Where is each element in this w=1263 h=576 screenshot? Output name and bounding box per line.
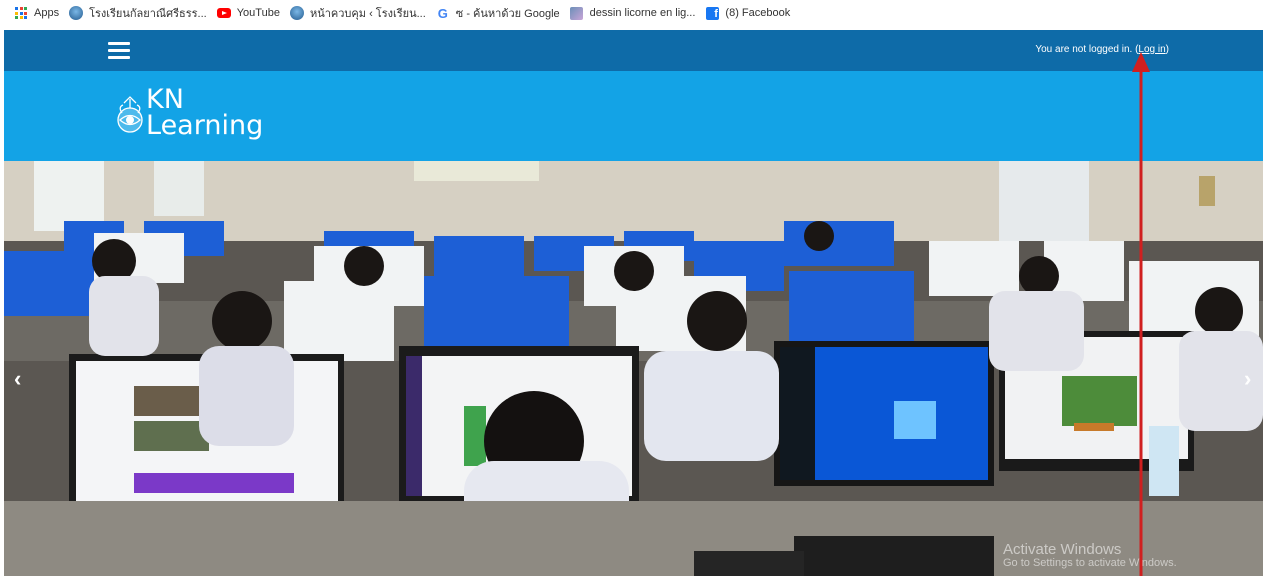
bookmark-facebook[interactable]: f (8) Facebook — [705, 6, 790, 20]
bookmark-youtube[interactable]: YouTube — [216, 6, 280, 20]
thumbnail-icon — [570, 6, 584, 20]
site-header: KN Learning — [4, 71, 1263, 161]
watermark-subtitle: Go to Settings to activate Windows. — [1003, 557, 1177, 569]
bookmark-label: โรงเรียนกัลยาณีศรีธรร... — [89, 8, 207, 20]
carousel-prev-button[interactable]: ‹ — [14, 366, 21, 392]
logo-wordmark: KN Learning — [146, 86, 264, 141]
bookmark-school[interactable]: โรงเรียนกัลยาณีศรีธรร... — [69, 4, 207, 22]
bookmark-school-admin[interactable]: หน้าควบคุม ‹ โรงเรียน... — [289, 4, 426, 22]
bookmark-label: (8) Facebook — [725, 7, 791, 19]
bookmark-label: หน้าควบคุม ‹ โรงเรียน... — [309, 8, 426, 20]
carousel-next-button[interactable]: › — [1244, 366, 1251, 392]
login-link[interactable]: Log in — [1138, 44, 1165, 55]
hero-carousel: ‹ › — [4, 161, 1263, 576]
bookmark-google[interactable]: G ซ - ค้นหาด้วย Google — [436, 4, 560, 22]
bookmark-label: ซ - ค้นหาด้วย Google — [455, 8, 560, 20]
bookmarks-bar: Apps โรงเรียนกัลยาณีศรีธรร... YouTube หน… — [0, 0, 1263, 26]
bookmark-label: dessin licorne en lig... — [589, 7, 696, 19]
bookmark-label: YouTube — [236, 7, 280, 19]
logo-line2: Learning — [146, 110, 264, 141]
apps-grid-icon — [14, 6, 28, 20]
bookmark-label: Apps — [34, 7, 60, 19]
bookmark-dessin[interactable]: dessin licorne en lig... — [570, 6, 696, 20]
school-logo-icon — [289, 6, 304, 20]
login-status-text: You are not logged in. ( — [1035, 44, 1139, 55]
school-logo-icon — [69, 6, 84, 20]
bookmark-apps[interactable]: Apps — [14, 6, 59, 20]
hamburger-menu-icon[interactable] — [108, 42, 130, 59]
facebook-icon: f — [705, 6, 719, 20]
top-navbar: You are not logged in. (Log in) — [4, 30, 1263, 71]
site-logo[interactable]: KN Learning — [114, 86, 264, 141]
login-status: You are not logged in. (Log in) — [1035, 44, 1169, 55]
youtube-icon — [216, 6, 231, 20]
computer-lab-photo — [4, 161, 1263, 576]
login-status-suffix: ) — [1165, 44, 1169, 55]
activate-windows-watermark: Activate Windows Go to Settings to activ… — [1003, 542, 1177, 570]
school-emblem-icon — [114, 93, 144, 133]
google-icon: G — [437, 5, 448, 21]
watermark-title: Activate Windows — [1003, 541, 1122, 558]
